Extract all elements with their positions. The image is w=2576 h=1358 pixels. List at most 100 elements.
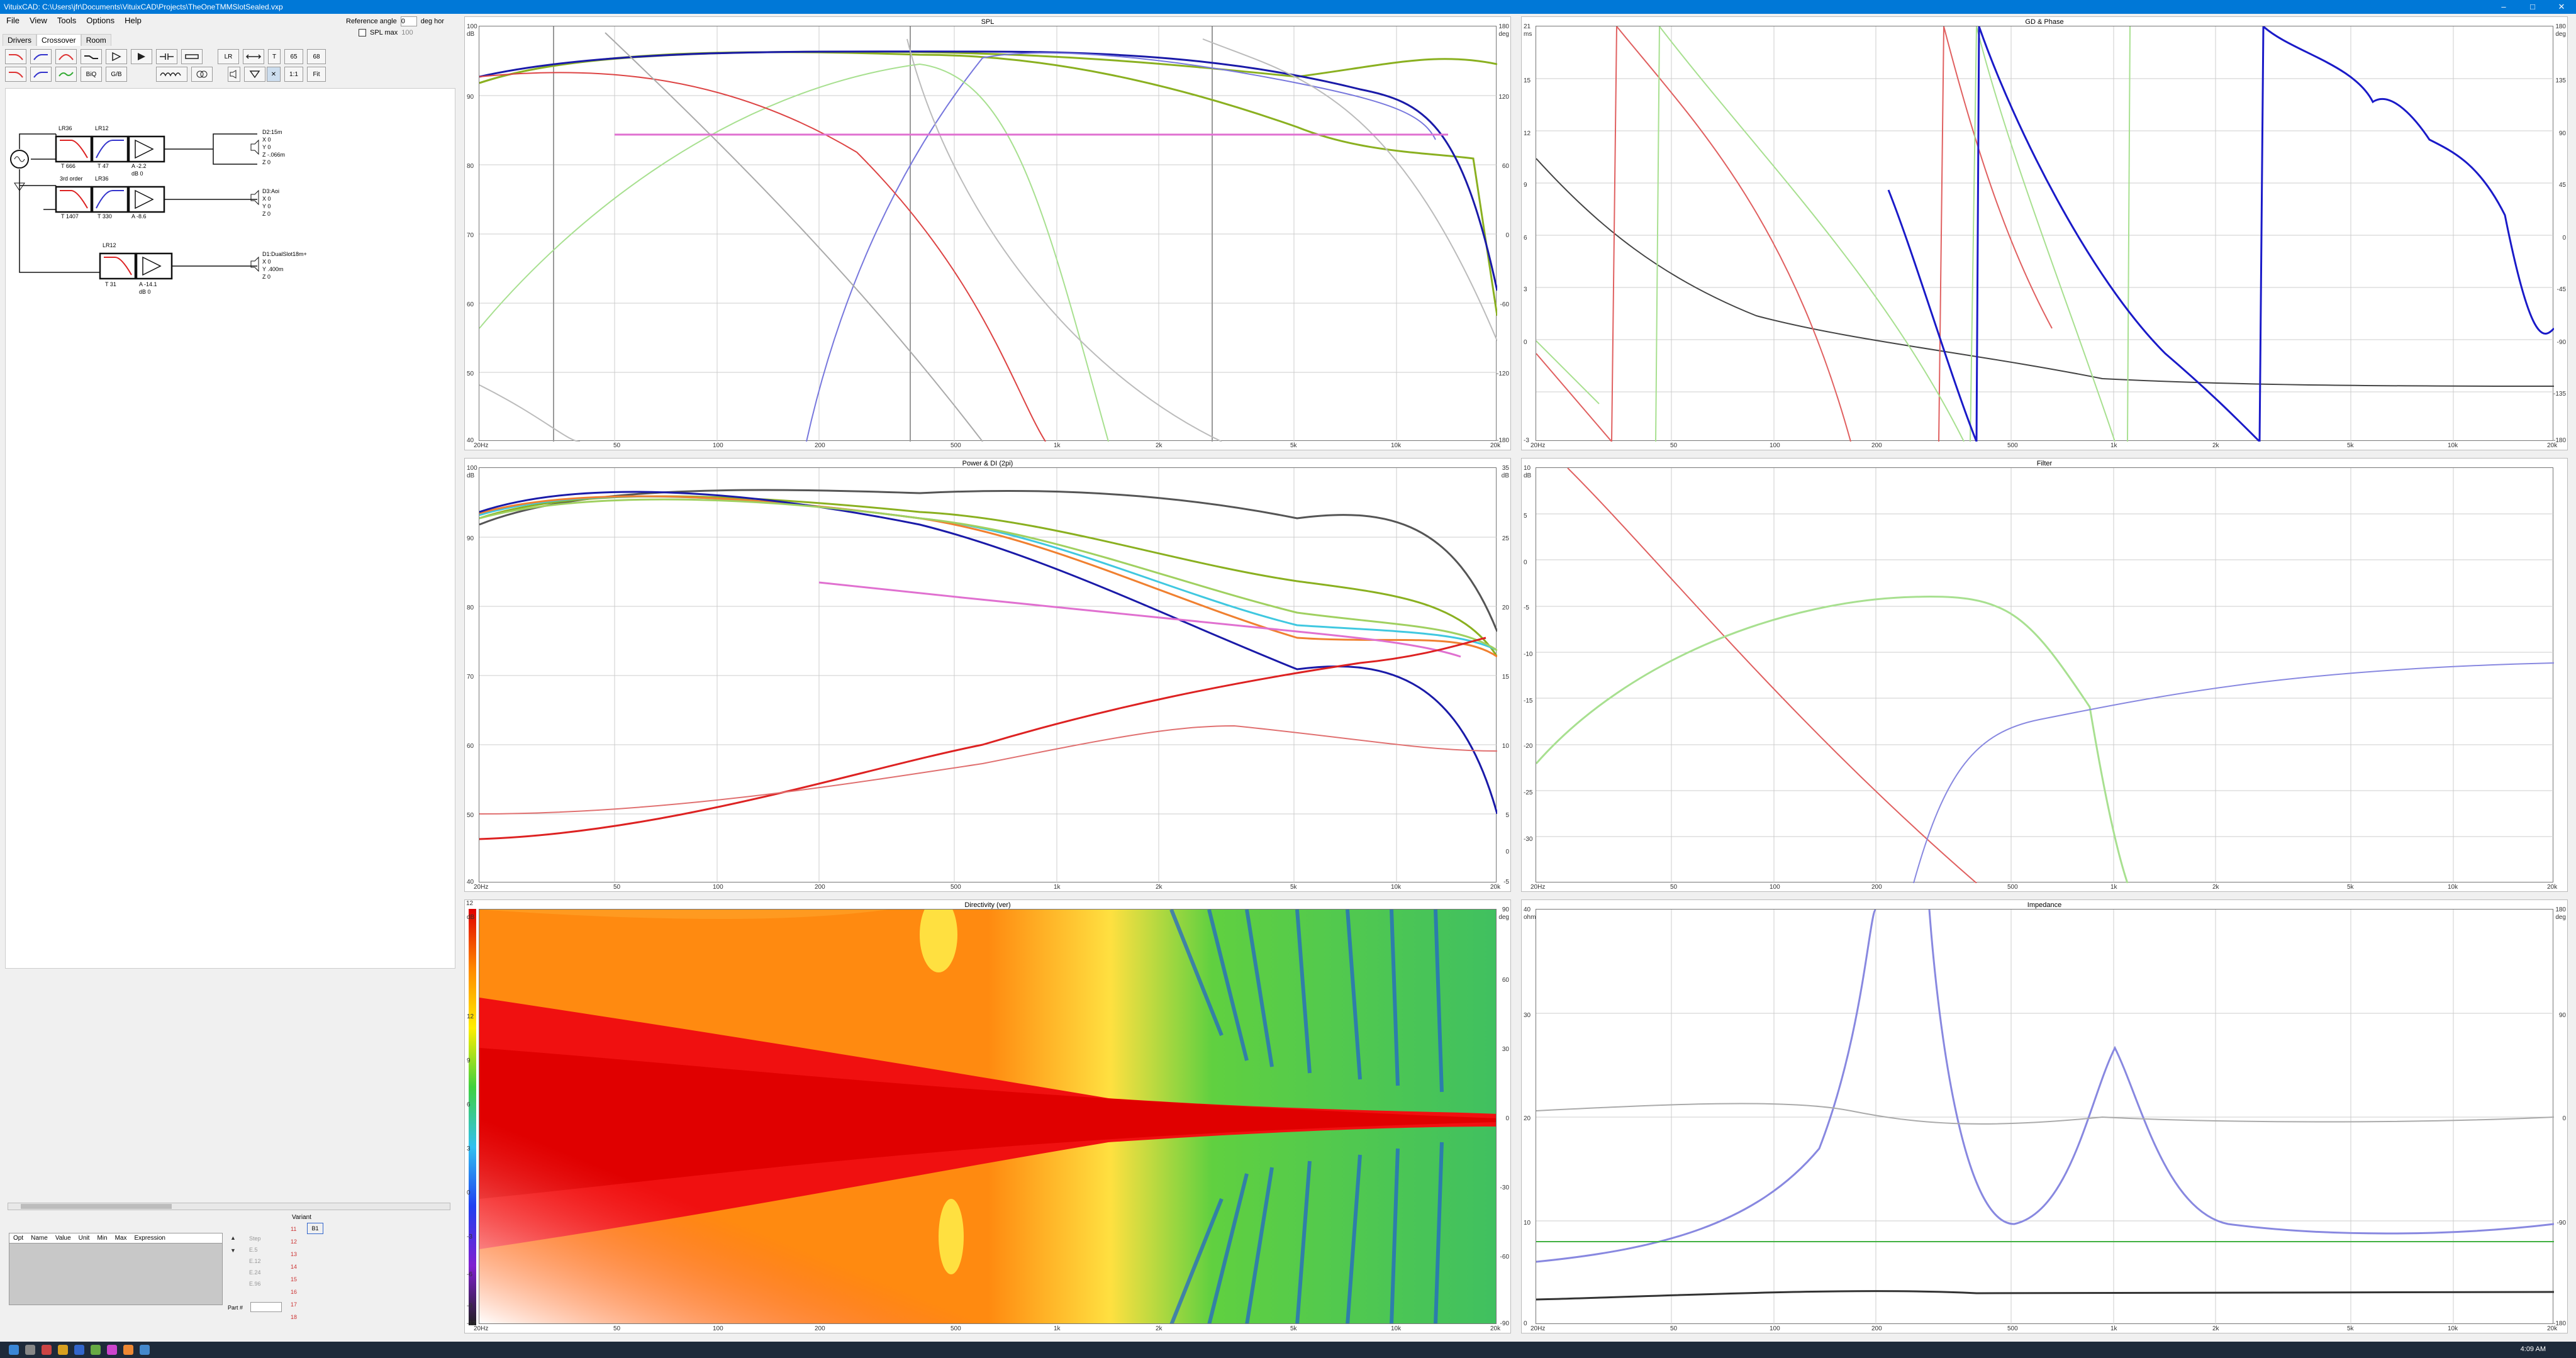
speaker-button[interactable] — [228, 67, 240, 82]
power-di-graph[interactable]: Power & DI (2pi) 100 dB 90 80 70 60 50 4… — [464, 458, 1511, 892]
power-xtick-500: 500 — [951, 884, 961, 891]
step-up-button[interactable]: ▲ — [230, 1232, 236, 1244]
buffer-button[interactable] — [131, 49, 152, 64]
app-icon-1[interactable] — [42, 1345, 52, 1355]
zoom-1-1-button[interactable]: 1:1 — [284, 67, 303, 82]
allpass-button[interactable] — [55, 67, 77, 82]
taskbar-clock[interactable]: 4:09 AM — [2521, 1345, 2546, 1353]
variant-16[interactable]: 16 — [291, 1286, 297, 1298]
gain-button[interactable] — [106, 49, 127, 64]
maximize-button[interactable]: □ — [2518, 0, 2547, 14]
delete-button[interactable]: ✕ — [267, 67, 281, 82]
menu-options[interactable]: Options — [86, 14, 114, 28]
imp-ytick-40: 40 — [1524, 906, 1531, 913]
schematic-canvas[interactable]: LR36 LR12 3rd order LR36 LR12 T 666 T 47… — [5, 88, 455, 969]
imp-xtick-2k: 2k — [2212, 1325, 2219, 1332]
menu-help[interactable]: Help — [125, 14, 142, 28]
gb-button[interactable]: G/B — [106, 67, 127, 82]
driver-d2-x: X 0 — [262, 136, 271, 143]
schematic-scrollbar[interactable] — [8, 1203, 450, 1210]
variant-11[interactable]: 11 — [291, 1223, 297, 1235]
power-plot[interactable] — [479, 467, 1498, 883]
step-e5[interactable]: E.5 — [249, 1244, 261, 1255]
search-icon[interactable] — [25, 1345, 35, 1355]
tab-crossover[interactable]: Crossover — [36, 34, 81, 46]
power-rtick-10: 10 — [1502, 743, 1509, 750]
filter-ytick-m20: -20 — [1524, 743, 1533, 750]
start-icon[interactable] — [9, 1345, 19, 1355]
highpass-button[interactable] — [30, 49, 52, 64]
variant-14[interactable]: 14 — [291, 1261, 297, 1273]
dir-xtick-20: 20Hz — [474, 1325, 489, 1332]
col-value: Value — [55, 1235, 71, 1242]
imp-ytick-20: 20 — [1524, 1115, 1531, 1122]
imp-title: Impedance — [2027, 901, 2062, 909]
tab-room[interactable]: Room — [81, 34, 111, 46]
dir-plot[interactable] — [479, 909, 1497, 1324]
menu-tools[interactable]: Tools — [57, 14, 76, 28]
menu-view[interactable]: View — [30, 14, 47, 28]
gd-xtick-2k: 2k — [2212, 442, 2219, 449]
spl-plot[interactable] — [479, 26, 1498, 442]
capacitor-button[interactable] — [156, 49, 177, 64]
menu-file[interactable]: File — [6, 14, 20, 28]
directivity-graph[interactable]: Directivity (ver) 12 dB 12 9 6 3 0 -3 -6… — [464, 899, 1511, 1333]
lowpass-button[interactable] — [5, 49, 26, 64]
spl-rtick-0: 0 — [1505, 232, 1509, 239]
filter-graph[interactable]: Filter 10 dB 5 0 -5 -10 -15 -20 -25 -30 … — [1521, 458, 2568, 892]
wire-button[interactable] — [243, 49, 264, 64]
zoom-fit-button[interactable]: Fit — [307, 67, 326, 82]
lr-button[interactable]: LR — [218, 49, 239, 64]
power-ytick-80: 80 — [467, 604, 474, 611]
close-button[interactable]: ✕ — [2547, 0, 2576, 14]
lowpass2-button[interactable] — [5, 67, 26, 82]
gd-rtick-180: 180 — [2555, 23, 2566, 30]
ground-button[interactable] — [244, 67, 265, 82]
part-input[interactable] — [250, 1302, 282, 1312]
highpass2-button[interactable] — [30, 67, 52, 82]
app-icon-4[interactable] — [107, 1345, 117, 1355]
app-icon-5[interactable] — [123, 1345, 133, 1355]
resistor-button[interactable] — [181, 49, 203, 64]
variant-17[interactable]: 17 — [291, 1298, 297, 1311]
variant-15[interactable]: 15 — [291, 1273, 297, 1286]
size-65-button[interactable]: 65 — [284, 49, 303, 64]
shelf-button[interactable] — [81, 49, 102, 64]
variant-b1[interactable]: B1 — [307, 1223, 323, 1234]
power-xtick-50: 50 — [613, 884, 621, 891]
size-68-button[interactable]: 68 — [307, 49, 326, 64]
spl-graph[interactable]: SPL 100 dB 90 80 70 60 50 40 180 deg 120… — [464, 16, 1511, 450]
app-icon-2[interactable] — [74, 1345, 84, 1355]
imp-xtick-100: 100 — [1770, 1325, 1780, 1332]
reference-angle-input[interactable] — [400, 16, 417, 26]
variant-18[interactable]: 18 — [291, 1311, 297, 1323]
bandpass-button[interactable] — [55, 49, 77, 64]
gd-phase-graph[interactable]: GD & Phase 21 ms 15 12 9 6 3 0 -3 180 de… — [1521, 16, 2568, 450]
tab-drivers[interactable]: Drivers — [3, 34, 36, 46]
gd-plot[interactable] — [1536, 24, 2555, 444]
filter-xtick-20k: 20k — [2547, 884, 2558, 891]
text-button[interactable]: T — [268, 49, 281, 64]
gd-yunit: ms — [1524, 31, 1532, 38]
imp-plot[interactable] — [1536, 908, 2555, 1325]
variant-12[interactable]: 12 — [291, 1235, 297, 1248]
spl-max-checkbox[interactable] — [359, 29, 366, 36]
biquad-button[interactable]: BiQ — [81, 67, 102, 82]
minimize-button[interactable]: – — [2489, 0, 2518, 14]
variant-13[interactable]: 13 — [291, 1248, 297, 1261]
gd-xtick-1k: 1k — [2110, 442, 2117, 449]
step-e12[interactable]: E.12 — [249, 1255, 261, 1267]
optimizer-table[interactable]: Opt Name Value Unit Min Max Expression — [9, 1233, 223, 1305]
filter-plot[interactable] — [1535, 467, 2555, 884]
inductor-button[interactable] — [156, 67, 187, 82]
step-down-button[interactable]: ▼ — [230, 1244, 236, 1257]
transformer-button[interactable] — [191, 67, 213, 82]
app-icon-3[interactable] — [91, 1345, 101, 1355]
param-db0b: dB 0 — [139, 289, 151, 295]
step-e24[interactable]: E.24 — [249, 1267, 261, 1278]
spl-max-value[interactable]: 100 — [401, 29, 413, 36]
impedance-graph[interactable]: Impedance 40 ohm 30 20 10 0 180 deg 90 0… — [1521, 899, 2568, 1333]
folder-icon[interactable] — [58, 1345, 68, 1355]
step-e96[interactable]: E.96 — [249, 1278, 261, 1289]
app-icon-6[interactable] — [140, 1345, 150, 1355]
